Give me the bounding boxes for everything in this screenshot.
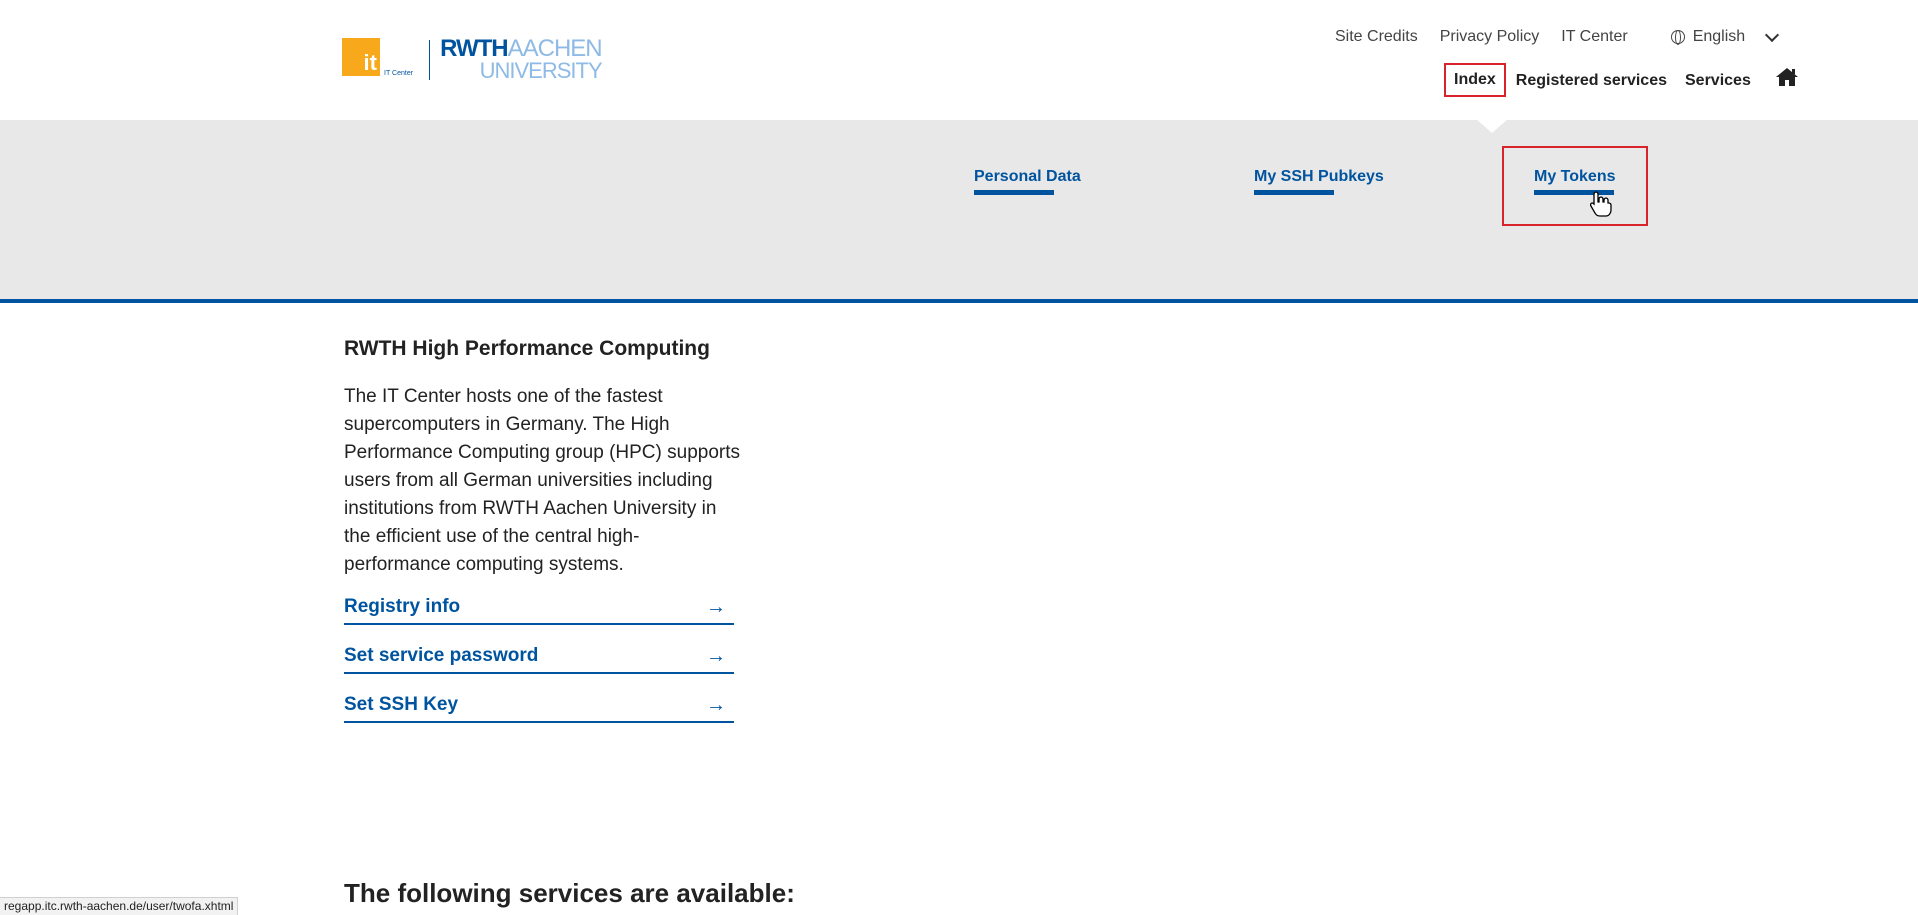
active-nav-notch	[1476, 119, 1508, 133]
site-credits-link[interactable]: Site Credits	[1335, 28, 1418, 46]
set-ssh-key-label: Set SSH Key	[344, 694, 459, 715]
privacy-policy-link[interactable]: Privacy Policy	[1440, 28, 1540, 46]
chevron-down-icon	[1765, 27, 1780, 42]
it-mark-text: it	[363, 50, 377, 75]
site-header: it IT Center RWTHAACHEN UNIVERSITY Site …	[0, 0, 1918, 120]
hand-cursor-icon	[1590, 191, 1612, 217]
page-title: RWTH High Performance Computing	[344, 337, 710, 360]
it-center-logo-mark: it	[342, 38, 380, 76]
services-heading: The following services are available:	[344, 878, 795, 908]
set-ssh-key-link[interactable]: Set SSH Key →	[344, 689, 734, 723]
language-selector[interactable]: English	[1670, 27, 1780, 46]
it-center-link[interactable]: IT Center	[1561, 28, 1627, 46]
subnav-my-tokens[interactable]: My Tokens	[1534, 168, 1616, 195]
browser-status-bar: regapp.itc.rwth-aachen.de/user/twofa.xht…	[0, 897, 239, 915]
arrow-right-icon: →	[706, 693, 726, 716]
it-center-label: IT Center	[384, 70, 414, 77]
page-description: The IT Center hosts one of the fastest s…	[344, 386, 741, 575]
sub-navigation-band: Personal Data My SSH Pubkeys My Tokens	[0, 119, 1918, 303]
subnav-ssh-pubkeys[interactable]: My SSH Pubkeys	[1254, 168, 1384, 195]
university-word: UNIVERSITY	[479, 57, 603, 83]
arrow-right-icon: →	[706, 644, 726, 667]
main-content: RWTH High Performance Computing The IT C…	[344, 337, 744, 738]
set-service-password-label: Set service password	[344, 645, 539, 666]
main-navigation: Index Registered services Services	[1444, 63, 1799, 98]
globe-icon	[1670, 30, 1685, 45]
set-service-password-link[interactable]: Set service password →	[344, 640, 734, 674]
site-logo[interactable]: it IT Center RWTHAACHEN UNIVERSITY	[342, 37, 603, 83]
action-links: Registry info → Set service password → S…	[344, 591, 734, 723]
language-label: English	[1692, 28, 1746, 45]
nav-services[interactable]: Services	[1685, 72, 1751, 90]
tokens-highlight-box	[1502, 146, 1648, 226]
nav-index[interactable]: Index	[1444, 63, 1506, 97]
subnav-personal-data[interactable]: Personal Data	[974, 168, 1081, 195]
registry-info-link[interactable]: Registry info →	[344, 591, 734, 625]
meta-navigation: Site Credits Privacy Policy IT Center En…	[1335, 27, 1780, 46]
nav-registered-services[interactable]: Registered services	[1516, 72, 1667, 90]
home-icon[interactable]	[1775, 67, 1799, 87]
registry-info-label: Registry info	[344, 596, 461, 617]
rwth-logo-text: RWTHAACHEN UNIVERSITY	[440, 37, 603, 83]
logo-divider	[429, 40, 431, 80]
arrow-right-icon: →	[706, 595, 726, 618]
